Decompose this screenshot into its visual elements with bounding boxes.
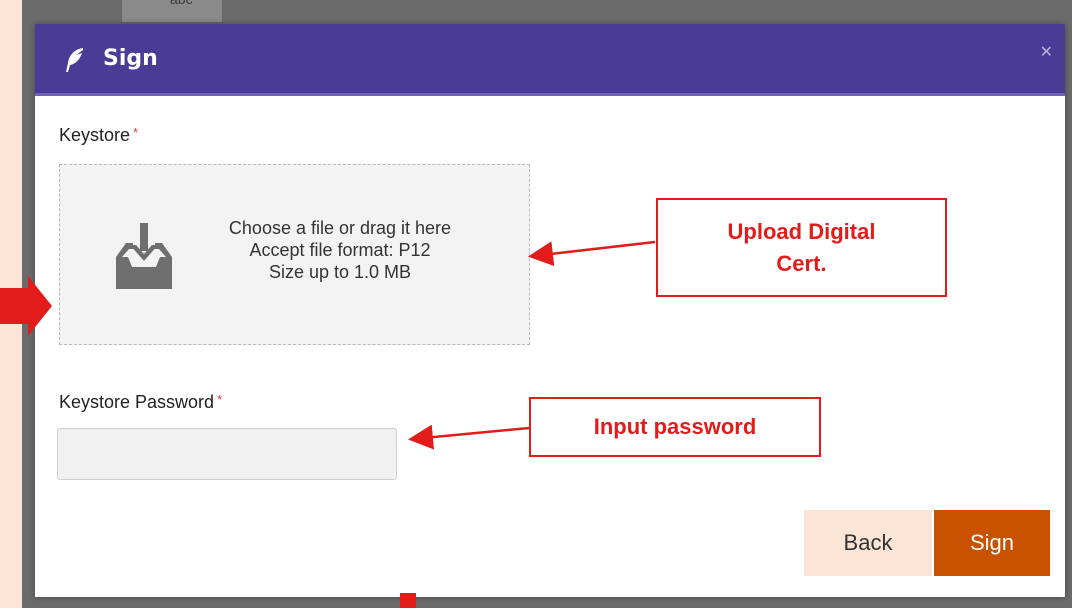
upload-arrow bbox=[528, 240, 656, 267]
bottom-pointer-marker bbox=[400, 593, 416, 608]
password-arrow bbox=[408, 424, 530, 450]
upload-annotation-line1: Upload Digital bbox=[727, 218, 876, 244]
password-annotation-text: Input password bbox=[593, 414, 757, 439]
upload-annotation-line2: Cert. bbox=[776, 250, 827, 276]
annotation-arrows bbox=[0, 240, 656, 608]
left-pointer-arrow bbox=[0, 276, 52, 336]
input-password-annotation: Input password bbox=[529, 397, 821, 457]
upload-cert-annotation: Upload Digital Cert. bbox=[656, 198, 947, 297]
